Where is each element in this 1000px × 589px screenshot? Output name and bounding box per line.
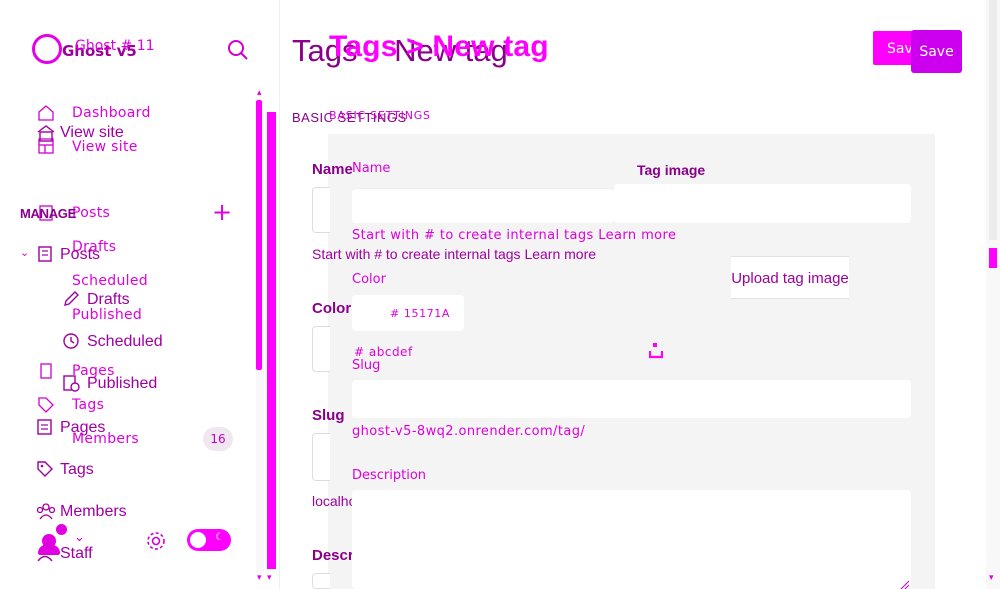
page-scroll-down-icon[interactable]: ▾ bbox=[989, 573, 994, 583]
pages-b-icon bbox=[36, 418, 54, 436]
name-label: Name bbox=[312, 161, 353, 178]
slug-input[interactable] bbox=[352, 380, 911, 418]
sidebar-scrollbar-thumb[interactable] bbox=[256, 100, 262, 370]
slug-label: Slug bbox=[312, 407, 345, 424]
moon-icon: ☾ bbox=[215, 532, 224, 543]
scroll-down-icon[interactable]: ▾ bbox=[257, 573, 262, 583]
home-icon bbox=[37, 104, 55, 122]
tag-image-label: Tag image bbox=[637, 162, 706, 178]
nav-pages-b[interactable]: Pages bbox=[60, 419, 105, 437]
add-post-icon[interactable]: + bbox=[212, 199, 232, 225]
slug-url-b: ghost-v5-8wq2.onrender.com/tag/ bbox=[352, 424, 586, 439]
page-scrollbar-upper[interactable] bbox=[989, 0, 997, 240]
nav-published[interactable]: Published bbox=[72, 307, 142, 323]
published-icon bbox=[62, 374, 80, 392]
description-label-b: Description bbox=[352, 468, 427, 483]
description-textarea[interactable] bbox=[352, 490, 911, 589]
nav-published-b[interactable]: Published bbox=[87, 375, 157, 393]
section-heading-overlay: BASIC SETTINGS bbox=[329, 109, 431, 122]
color-value-field[interactable]: # 15171A bbox=[352, 295, 464, 331]
search-icon[interactable] bbox=[226, 38, 250, 62]
tag-icon bbox=[37, 396, 55, 414]
nav-posts-b[interactable]: Posts bbox=[60, 246, 100, 264]
brand-logo-icon[interactable] bbox=[32, 34, 62, 64]
page-scrollbar-thumb[interactable] bbox=[989, 248, 997, 268]
color-label: Color bbox=[312, 300, 352, 317]
sidebar: Ghost v5 Ghost # 11 Dashboard View site … bbox=[0, 0, 280, 589]
color-placeholder: # abcdef bbox=[354, 345, 413, 359]
scroll-up-icon[interactable]: ▴ bbox=[257, 88, 262, 98]
avatar[interactable] bbox=[38, 524, 68, 558]
name-hint: Start with # to create internal tags Lea… bbox=[312, 246, 597, 262]
slug-label-b: Slug bbox=[352, 358, 381, 373]
manage-heading: MANAGE bbox=[20, 206, 76, 221]
nav-members-b[interactable]: Members bbox=[60, 503, 127, 521]
user-menu-chevron-icon[interactable]: ⌄ bbox=[74, 530, 85, 545]
clock-icon bbox=[62, 332, 80, 350]
nav-posts[interactable]: Posts bbox=[72, 205, 110, 221]
slug-input-edge[interactable] bbox=[312, 433, 330, 481]
posts-b-icon bbox=[36, 245, 54, 263]
upload-tag-image-button[interactable]: Upload tag image bbox=[731, 256, 849, 299]
name-label-b: Name bbox=[352, 161, 391, 176]
tag-b-icon bbox=[36, 460, 54, 478]
pages-icon bbox=[37, 362, 55, 380]
nav-tags[interactable]: Tags bbox=[72, 397, 104, 413]
nav-scheduled[interactable]: Scheduled bbox=[72, 273, 148, 289]
members-icon bbox=[36, 502, 56, 520]
brand-name-secondary: Ghost # 11 bbox=[75, 38, 155, 54]
nav-dashboard[interactable]: Dashboard bbox=[72, 105, 151, 121]
save-button-overlay[interactable]: Save bbox=[911, 30, 962, 73]
name-hint-b: Start with # to create internal tags Lea… bbox=[352, 228, 677, 243]
name-input[interactable] bbox=[352, 188, 614, 223]
page-title-overlay: Tags > New tag bbox=[329, 30, 549, 63]
resize-handle-icon[interactable] bbox=[898, 576, 910, 589]
pencil-icon bbox=[62, 290, 80, 308]
name-input-edge[interactable] bbox=[312, 187, 330, 233]
nav-tags-b[interactable]: Tags bbox=[60, 461, 94, 479]
nav-view-site-b[interactable]: View site bbox=[60, 124, 124, 142]
nav-scheduled-b[interactable]: Scheduled bbox=[87, 333, 163, 351]
color-label-b: Color bbox=[352, 272, 386, 287]
image-placeholder-icon bbox=[649, 343, 663, 359]
night-mode-toggle[interactable]: ☾ bbox=[187, 529, 231, 551]
nav-drafts-b[interactable]: Drafts bbox=[87, 291, 130, 309]
color-input-edge[interactable] bbox=[312, 326, 330, 372]
scroll-down-secondary-icon[interactable]: ▾ bbox=[267, 573, 272, 583]
toggle-knob bbox=[190, 532, 206, 548]
gear-icon[interactable] bbox=[145, 530, 167, 552]
sidebar-scrollbar-thumb-secondary[interactable] bbox=[267, 112, 276, 569]
tag-image-dropzone[interactable] bbox=[614, 184, 911, 223]
description-input-edge[interactable] bbox=[312, 573, 330, 589]
view-site-icon bbox=[36, 123, 56, 143]
chevron-down-icon[interactable]: ⌄ bbox=[20, 246, 29, 259]
members-count-badge: 16 bbox=[203, 427, 233, 451]
